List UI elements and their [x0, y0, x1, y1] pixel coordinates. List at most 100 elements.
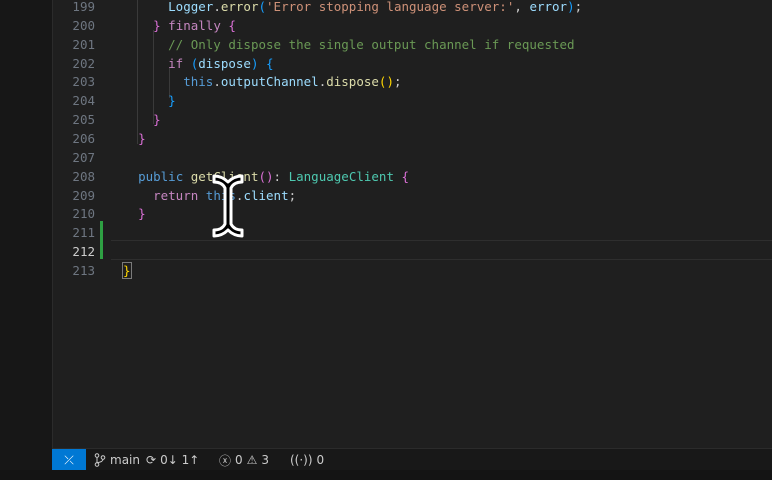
code-text: } — [123, 129, 146, 148]
code-line[interactable]: 206 } — [53, 129, 772, 148]
line-number: 213 — [72, 262, 95, 278]
problems-button[interactable]: ⓧ 0 ⚠ 3 — [219, 449, 269, 471]
code-text: } finally { — [123, 16, 236, 35]
line-number: 212 — [72, 244, 95, 260]
code-token: } — [122, 261, 132, 279]
code-token: ; — [393, 74, 402, 90]
code-token: // Only dispose the single output channe… — [168, 36, 575, 52]
code-line[interactable]: 201 // Only dispose the single output ch… — [53, 35, 772, 54]
line-number: 205 — [72, 112, 95, 128]
code-line[interactable]: 200 } finally { — [53, 16, 772, 35]
code-token: LanguageClient — [288, 168, 394, 184]
code-token: this — [183, 74, 214, 90]
code-token: ) — [250, 55, 259, 71]
code-line[interactable]: 210 } — [53, 204, 772, 223]
activity-bar — [0, 0, 52, 480]
remote-icon: ⤫ — [64, 452, 74, 467]
code-token: ; — [288, 187, 297, 203]
window-bottom-edge — [0, 470, 772, 480]
code-token: return — [153, 187, 199, 203]
code-text: public getClient(): LanguageClient { — [123, 167, 409, 186]
code-token: dispose — [198, 55, 251, 71]
code-token: } — [153, 112, 161, 128]
line-number: 206 — [72, 130, 95, 146]
line-number: 207 — [72, 149, 95, 165]
code-line[interactable]: 213} — [53, 261, 772, 280]
code-text: } — [123, 204, 146, 223]
line-number: 204 — [72, 93, 95, 109]
code-text: } — [123, 91, 176, 110]
code-line[interactable]: 207 — [53, 148, 772, 167]
code-token: } — [168, 93, 176, 109]
code-token: outputChannel — [220, 74, 319, 90]
line-number: 211 — [72, 225, 95, 241]
code-token: error — [529, 0, 568, 14]
code-line[interactable]: 199 Logger.error('Error stopping languag… — [53, 0, 772, 16]
broadcast-icon: ((·)) — [290, 453, 313, 467]
code-text: if (dispose) { — [123, 54, 274, 73]
code-token: error — [220, 0, 259, 14]
code-token: client — [243, 187, 289, 203]
code-line[interactable]: 203 this.outputChannel.dispose(); — [53, 72, 772, 91]
code-token: dispose — [326, 74, 379, 90]
code-token: } — [138, 206, 146, 222]
line-number: 203 — [72, 74, 95, 90]
ports-button[interactable]: ((·)) 0 — [290, 449, 324, 471]
code-token: ) — [266, 168, 274, 184]
line-number: 199 — [72, 0, 95, 14]
code-text: Logger.error('Error stopping language se… — [123, 0, 582, 16]
code-text: } — [122, 261, 132, 280]
code-token: Logger — [168, 0, 214, 14]
code-token: public — [138, 168, 184, 184]
code-token: 'Error stopping language server:' — [266, 0, 515, 14]
error-icon: ⓧ — [219, 453, 232, 468]
line-number: 201 — [72, 36, 95, 52]
code-token: { — [401, 168, 410, 184]
ports-count: 0 — [316, 453, 325, 467]
code-line[interactable]: 202 if (dispose) { — [53, 54, 772, 73]
code-token: : — [273, 168, 289, 184]
code-editor[interactable]: 199 Logger.error('Error stopping languag… — [52, 0, 772, 448]
status-bar: ⤫ main ⟳ 0↓ 1↑ ⓧ 0 ⚠ 3 ((·)) 0 — [52, 448, 772, 471]
code-token: ( — [258, 168, 267, 184]
code-line[interactable]: 208 public getClient(): LanguageClient { — [53, 167, 772, 186]
sync-button[interactable]: ⟳ 0↓ 1↑ — [146, 449, 199, 471]
warning-icon: ⚠ — [246, 453, 258, 467]
remote-indicator-button[interactable]: ⤫ — [52, 449, 86, 471]
code-line[interactable]: 211 — [53, 223, 772, 242]
code-token: , — [514, 0, 530, 14]
code-line[interactable]: 212 — [53, 242, 772, 261]
code-token: ; — [574, 0, 583, 14]
code-token: . — [213, 74, 221, 90]
code-token: if — [168, 55, 184, 71]
line-number: 208 — [72, 168, 95, 184]
branch-button[interactable]: main — [94, 449, 140, 471]
code-token: . — [213, 0, 221, 14]
branch-name: main — [110, 453, 140, 467]
line-number: 200 — [72, 17, 95, 33]
text-cursor-icon — [212, 174, 244, 238]
git-branch-icon — [94, 453, 106, 467]
warning-count: 3 — [261, 453, 270, 467]
code-text: // Only dispose the single output channe… — [123, 35, 575, 54]
code-line[interactable]: 209 return this.client; — [53, 186, 772, 205]
sync-status: 0↓ 1↑ — [160, 453, 200, 467]
code-line[interactable]: 204 } — [53, 91, 772, 110]
code-text: this.outputChannel.dispose(); — [123, 72, 402, 91]
code-token: { — [266, 55, 274, 71]
code-token: ) — [567, 0, 575, 14]
code-line[interactable]: 205 } — [53, 110, 772, 129]
